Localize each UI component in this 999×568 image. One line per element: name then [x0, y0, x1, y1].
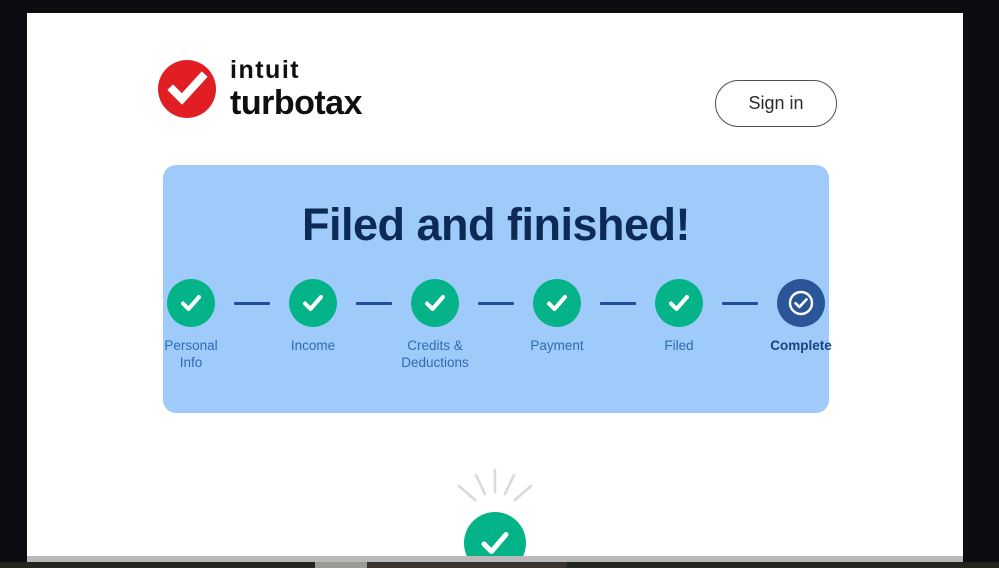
step-income[interactable]: Income [270, 279, 356, 354]
check-icon [289, 279, 337, 327]
window-chrome-top [0, 0, 999, 13]
step-credits-deductions[interactable]: Credits & Deductions [392, 279, 478, 371]
step-label: Credits & Deductions [401, 338, 469, 370]
step-label: Income [290, 338, 336, 353]
progress-stepper: Personal Info Income Credits & Deduction… [163, 279, 832, 371]
step-personal-info[interactable]: Personal Info [148, 279, 234, 371]
step-connector [356, 302, 392, 305]
step-connector [600, 302, 636, 305]
check-icon [655, 279, 703, 327]
step-connector [234, 302, 270, 305]
os-taskbar-item-active[interactable] [315, 562, 367, 568]
step-label: Filed [664, 338, 694, 353]
check-icon [167, 279, 215, 327]
sparkle-burst-icon [457, 468, 533, 502]
step-label: Complete [770, 338, 832, 353]
success-check-icon [464, 512, 526, 556]
turbotax-check-logo-icon [158, 60, 216, 118]
brand-turbotax-text: turbotax [230, 84, 363, 122]
step-filed[interactable]: Filed [636, 279, 722, 354]
step-payment[interactable]: Payment [514, 279, 600, 354]
progress-card: Filed and finished! Personal Info Income… [163, 165, 832, 413]
check-icon [411, 279, 459, 327]
page-title: Filed and finished! [301, 199, 691, 250]
step-connector [478, 302, 514, 305]
check-circle-ring-icon [777, 279, 825, 327]
success-celebration [27, 468, 963, 556]
site-header: intuit turbotax Sign in [27, 13, 963, 143]
window-chrome-left [0, 0, 27, 568]
step-complete[interactable]: Complete [758, 279, 844, 354]
screen: intuit turbotax Sign in Filed and finish… [0, 0, 999, 568]
turbotax-brand-logo[interactable]: intuit turbotax [158, 56, 363, 122]
step-label: Payment [530, 338, 584, 353]
step-connector [722, 302, 758, 305]
window-chrome-right [963, 0, 999, 568]
browser-viewport: intuit turbotax Sign in Filed and finish… [27, 13, 963, 556]
os-taskbar-item-secondary[interactable] [367, 562, 567, 568]
brand-intuit-text: intuit [230, 56, 301, 84]
sign-in-button[interactable]: Sign in [715, 80, 837, 127]
check-icon [533, 279, 581, 327]
brand-wordmark: intuit turbotax [230, 56, 363, 122]
step-label: Personal Info [164, 338, 218, 370]
